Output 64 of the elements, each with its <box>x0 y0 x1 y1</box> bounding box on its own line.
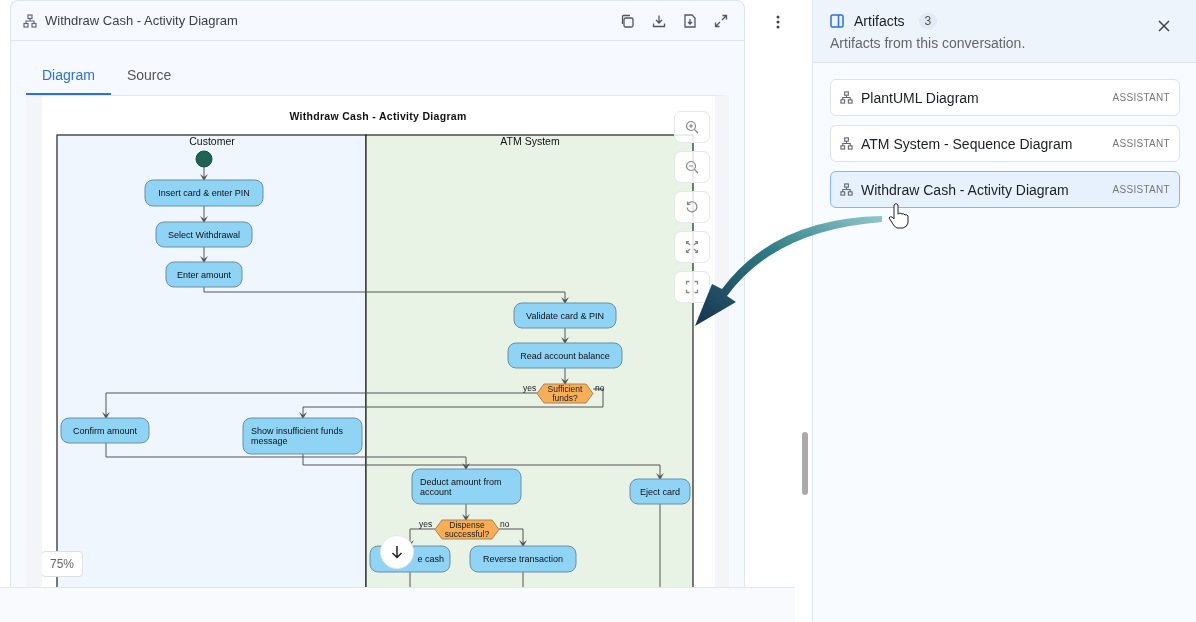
file-download-icon[interactable] <box>684 13 696 28</box>
diagram-icon <box>23 13 37 28</box>
arrows-out-icon <box>685 240 699 254</box>
connector-line <box>409 571 411 587</box>
action-node: Validate card & PIN <box>513 302 617 329</box>
lane-title: Customer <box>189 135 235 147</box>
panel-subtitle: Artifacts from this conversation. <box>830 35 1027 51</box>
action-node: Enter amount <box>165 261 243 288</box>
author-tag: ASSISTANT <box>1112 92 1170 103</box>
panel-title: Artifacts <box>854 13 905 29</box>
action-node: Eject card <box>629 478 691 505</box>
connector-line <box>561 367 569 385</box>
branch-label: yes <box>419 519 433 529</box>
action-node: Reverse transaction <box>469 545 577 573</box>
tab[interactable]: Source <box>110 59 188 95</box>
branch-label: no <box>595 383 605 393</box>
corners-icon <box>685 280 699 294</box>
arrow-down-icon <box>391 545 403 559</box>
diagram-icon <box>840 91 853 104</box>
zoom-level-badge: 75% <box>42 551 84 577</box>
decision-node: Dispense successful? <box>434 519 500 540</box>
panel-icon <box>830 14 844 28</box>
connector-line <box>200 246 208 263</box>
artifact-name: Withdraw Cash - Activity Diagram <box>861 181 1069 198</box>
connector-line <box>200 166 208 181</box>
more-options-icon[interactable] <box>776 15 780 29</box>
zoom-in-button[interactable] <box>674 111 710 143</box>
zoom-in-icon <box>685 120 699 134</box>
start-node <box>195 150 213 168</box>
action-node: Select Withdrawal <box>155 221 253 248</box>
connector-line <box>200 205 208 223</box>
artifact-name: ATM System - Sequence Diagram <box>861 135 1073 152</box>
action-node: Deduct amount from account <box>411 468 522 505</box>
artifact-item[interactable]: PlantUML Diagram ASSISTANT <box>830 79 1180 116</box>
zoom-out-icon <box>685 160 699 174</box>
branch-label: yes <box>523 383 537 393</box>
diagram-title: Withdraw Cash - Activity Diagram <box>289 110 467 122</box>
download-icon[interactable] <box>652 13 666 28</box>
connector-line <box>462 503 470 521</box>
close-icon[interactable] <box>1158 20 1170 32</box>
connector-line <box>522 571 524 587</box>
artifact-item[interactable]: ATM System - Sequence Diagram ASSISTANT <box>830 125 1180 162</box>
copy-icon[interactable] <box>620 13 634 28</box>
expand-icon[interactable] <box>714 13 728 28</box>
action-node: Show insufficient funds message <box>242 417 363 455</box>
artifact-title: Withdraw Cash - Activity Diagram <box>45 13 238 28</box>
fullscreen-button[interactable] <box>674 271 710 303</box>
connector-line <box>498 528 527 547</box>
fit-button[interactable] <box>674 231 710 263</box>
author-tag: ASSISTANT <box>1112 184 1170 195</box>
hand-cursor-icon <box>888 203 909 229</box>
diagram-icon <box>840 137 853 150</box>
diagram-icon <box>840 183 853 196</box>
branch-label: no <box>500 519 510 529</box>
action-node: Insert card & enter PIN <box>144 179 264 207</box>
author-tag: ASSISTANT <box>1112 138 1170 149</box>
action-node: Confirm amount <box>60 417 150 444</box>
connector-line <box>561 327 569 344</box>
count-badge: 3 <box>918 13 938 29</box>
rotate-icon <box>685 200 699 214</box>
lane-title: ATM System <box>500 135 560 147</box>
artifact-item[interactable]: Withdraw Cash - Activity Diagram ASSISTANT <box>830 171 1180 208</box>
action-node: Read account balance <box>507 342 623 369</box>
artifact-name: PlantUML Diagram <box>861 89 979 106</box>
